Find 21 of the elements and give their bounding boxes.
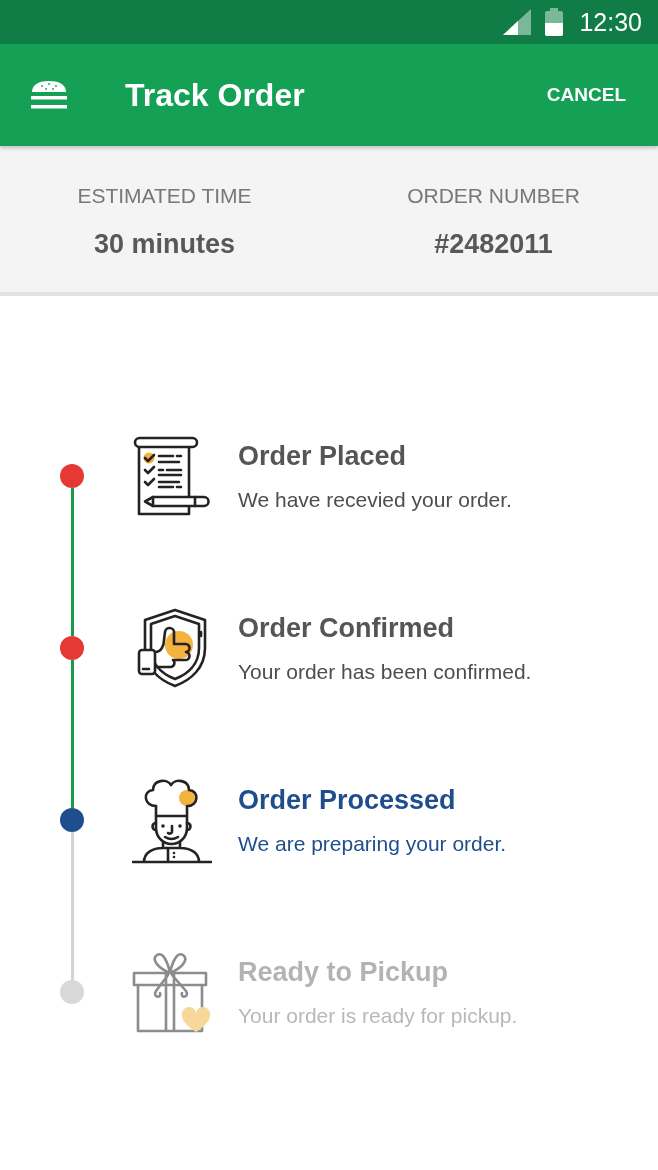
page-title: Track Order bbox=[125, 76, 305, 114]
step-title: Order Confirmed bbox=[238, 612, 456, 644]
gift-icon bbox=[132, 951, 212, 1033]
status-time: 12:30 bbox=[579, 7, 642, 37]
info-label: ORDER NUMBER bbox=[407, 183, 580, 209]
battery-icon bbox=[545, 8, 564, 36]
shield-thumbs-up-icon bbox=[137, 608, 207, 688]
info-value: #2482011 bbox=[434, 228, 553, 260]
step-description: Your order has been confirmed. bbox=[238, 660, 532, 684]
menu-icon[interactable] bbox=[30, 80, 68, 110]
step-title: Order Placed bbox=[238, 440, 408, 472]
step-title: Order Processed bbox=[238, 784, 457, 816]
step-description: Your order is ready for pickup. bbox=[238, 1004, 518, 1028]
info-label: ESTIMATED TIME bbox=[77, 183, 252, 209]
signal-icon bbox=[503, 9, 532, 35]
info-value: 30 minutes bbox=[93, 228, 236, 260]
step-description: We are preparing your order. bbox=[238, 832, 507, 856]
step-description: We have recevied your order. bbox=[238, 488, 512, 512]
checklist-icon bbox=[133, 436, 211, 516]
cancel-button[interactable]: CANCEL bbox=[546, 84, 626, 106]
step-title: Ready to Pickup bbox=[238, 956, 450, 988]
